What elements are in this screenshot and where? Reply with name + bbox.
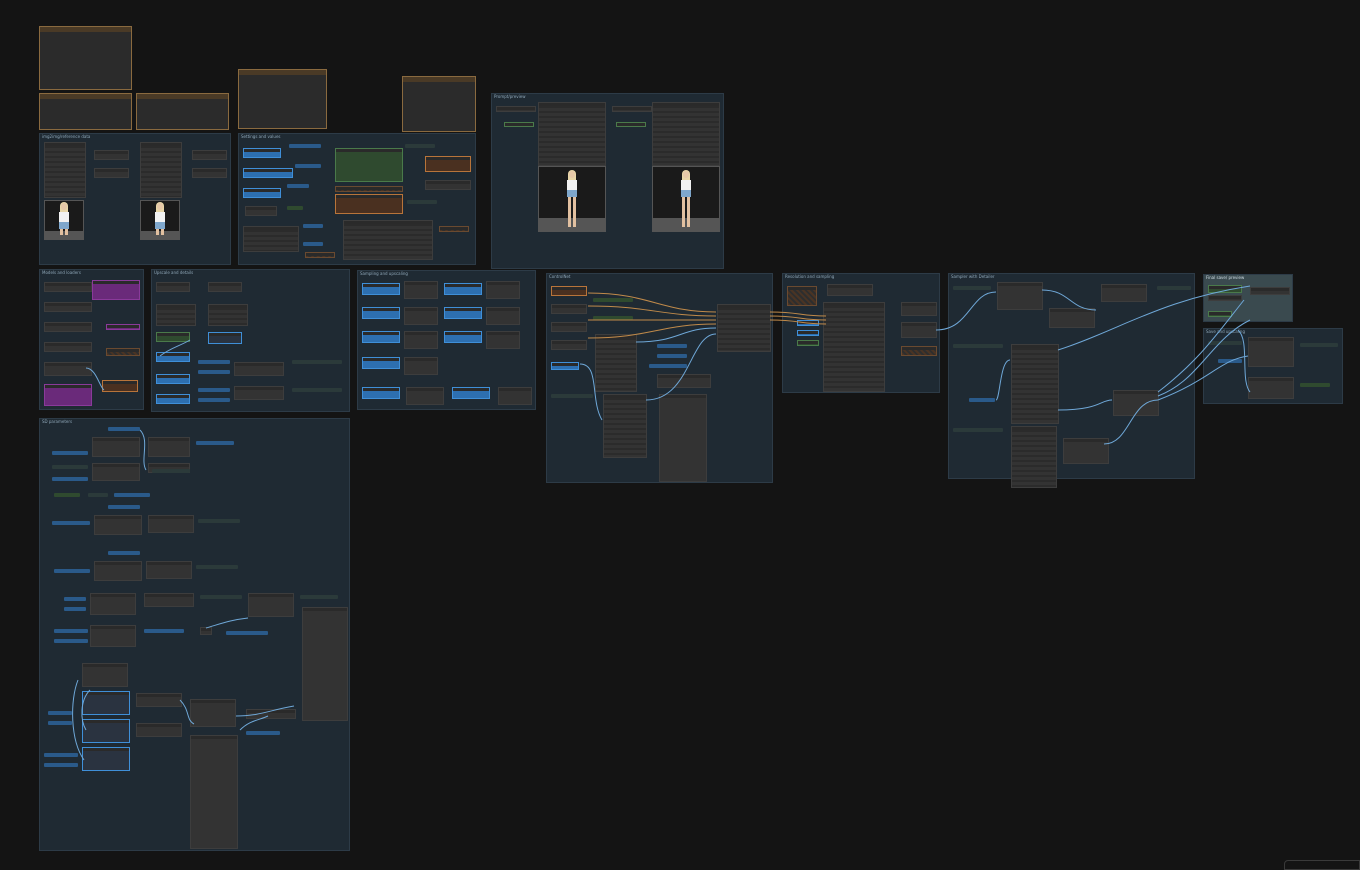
wire	[205, 617, 249, 629]
wire	[935, 291, 997, 331]
wire	[587, 292, 717, 313]
wire	[587, 323, 717, 339]
wire	[1157, 355, 1249, 401]
wire	[769, 319, 827, 325]
wire	[769, 315, 827, 321]
wire	[81, 689, 91, 731]
wire	[1103, 399, 1159, 445]
wire	[1057, 399, 1113, 411]
wire	[579, 363, 603, 421]
wire	[235, 705, 295, 717]
connection-wires	[72, 285, 1251, 761]
wire	[645, 333, 717, 401]
wire	[85, 367, 105, 391]
node-graph-canvas[interactable]: img2img/reference data Settings and valu…	[0, 0, 1360, 870]
wire	[1041, 289, 1097, 311]
wire	[769, 311, 827, 317]
wire	[1237, 329, 1251, 393]
wire	[1157, 319, 1251, 397]
wire	[179, 699, 195, 725]
wire	[1057, 285, 1251, 351]
wire	[239, 715, 269, 731]
corner-tab[interactable]	[1284, 860, 1360, 870]
wire	[995, 359, 1011, 401]
wire	[139, 429, 147, 471]
wire	[159, 339, 191, 357]
wire	[1157, 299, 1245, 393]
